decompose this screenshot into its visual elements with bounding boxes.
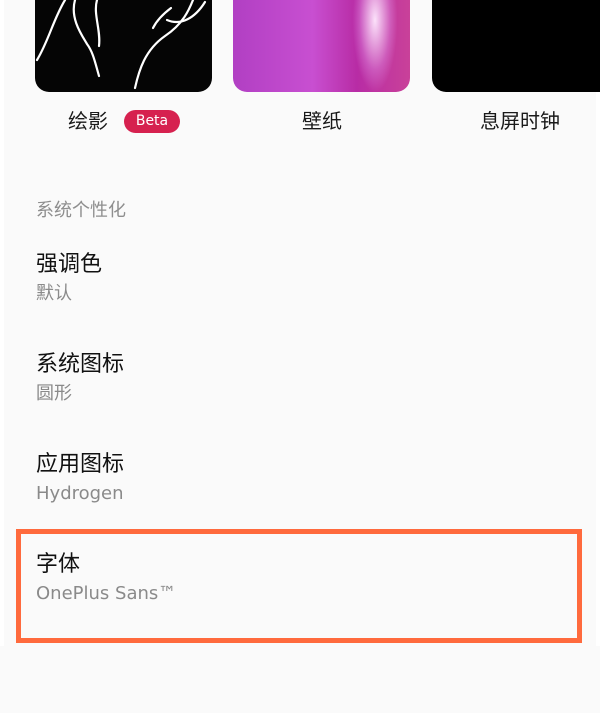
bottom-area xyxy=(0,646,600,713)
drawing-tile[interactable] xyxy=(35,0,212,92)
aod-clock-label: 息屏时钟 xyxy=(480,109,560,133)
app-icon-title: 应用图标 xyxy=(36,452,125,477)
system-icon-summary: 圆形 xyxy=(36,383,72,404)
accent-color-summary: 默认 xyxy=(36,283,72,304)
wallpaper-tile[interactable] xyxy=(233,0,410,92)
right-edge xyxy=(596,0,600,713)
drawing-label: 绘影 xyxy=(68,109,108,133)
system-icon-title: 系统图标 xyxy=(36,352,125,377)
app-icon-summary: Hydrogen xyxy=(36,483,124,504)
aod-clock-tile[interactable] xyxy=(432,0,600,92)
accent-color-item[interactable]: 强调色 默认 xyxy=(0,251,596,343)
drawing-preview-icon xyxy=(35,0,207,90)
beta-badge: Beta xyxy=(124,110,180,133)
accent-color-title: 强调色 xyxy=(36,252,103,277)
system-icon-item[interactable]: 系统图标 圆形 xyxy=(0,351,596,443)
section-header: 系统个性化 xyxy=(36,200,126,221)
font-item-highlight xyxy=(16,529,582,643)
personalization-screen: 绘影 Beta 壁纸 息屏时钟 系统个性化 强调色 默认 系统图标 圆形 应用图… xyxy=(0,0,600,713)
wallpaper-label: 壁纸 xyxy=(302,109,342,133)
